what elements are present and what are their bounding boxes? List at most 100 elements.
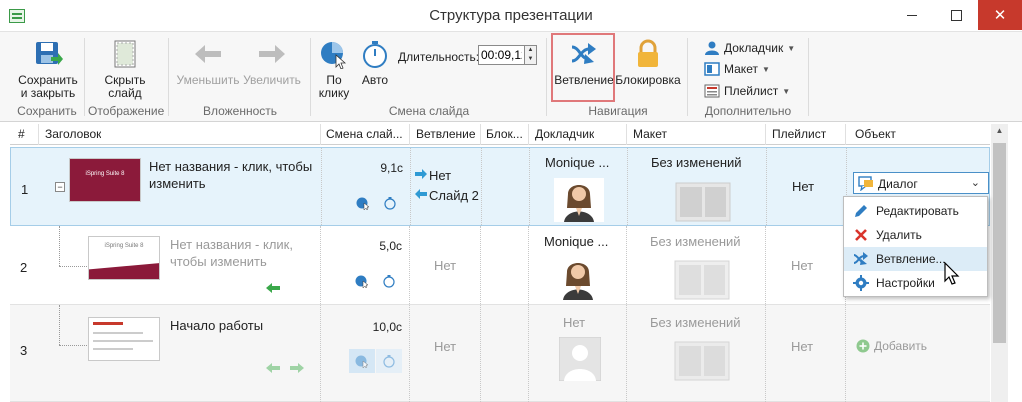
slide-thumbnail[interactable]: iSpring Suite 8 (88, 236, 160, 280)
mouse-cursor-icon (944, 262, 960, 285)
arrow-left-icon[interactable] (266, 283, 280, 293)
duration-input[interactable] (478, 45, 525, 65)
chevron-down-icon: ⌄ (970, 177, 980, 189)
vertical-scrollbar[interactable]: ▲ (991, 124, 1008, 402)
playlist-value: Нет (791, 258, 814, 273)
object-dropdown[interactable]: Диалог ⌄ (853, 172, 989, 194)
col-branch[interactable]: Ветвление (416, 127, 476, 141)
click-timer-icon[interactable] (355, 354, 369, 368)
arrow-left-icon (192, 38, 224, 70)
pencil-icon (855, 205, 867, 217)
menu-item-branching[interactable]: Ветвление... (844, 247, 987, 271)
group-save-label: Сохранить (17, 104, 77, 118)
save-close-label: Сохранить и закрыть (18, 73, 78, 100)
duration-label: Длительность: (398, 50, 480, 64)
col-lock[interactable]: Блок... (486, 127, 526, 141)
narrator-icon (705, 41, 719, 55)
stopwatch-icon[interactable] (382, 274, 396, 288)
layout-preview-icon[interactable] (674, 341, 730, 381)
playlist-button[interactable]: Плейлист ▼ (704, 84, 790, 98)
col-num[interactable]: # (18, 127, 25, 141)
playlist-value: Нет (791, 339, 814, 354)
lock-icon (632, 38, 664, 70)
narrator-avatar[interactable] (553, 256, 603, 300)
close-button[interactable]: ✕ (978, 0, 1022, 30)
col-narrator[interactable]: Докладчик (535, 127, 594, 141)
layout-value: Без изменений (650, 315, 741, 330)
slide-title[interactable]: Начало работы (170, 317, 310, 334)
col-playlist[interactable]: Плейлист (772, 127, 826, 141)
col-title[interactable]: Заголовок (45, 127, 101, 141)
narrator-label: Докладчик (724, 41, 784, 55)
row-number: 2 (20, 260, 28, 275)
col-object[interactable]: Объект (855, 127, 896, 141)
group-navigation-label: Навигация (588, 104, 648, 118)
stopwatch-icon[interactable] (383, 196, 397, 210)
layout-icon (704, 62, 720, 76)
separator (687, 38, 688, 116)
playlist-label: Плейлист (724, 84, 779, 98)
layout-preview-icon[interactable] (675, 182, 731, 222)
arrow-left-icon[interactable] (266, 363, 280, 373)
group-extra-label: Дополнительно (704, 104, 792, 118)
table-row[interactable]: 3 Начало работы 10,0с Нет Нет Без измене… (10, 305, 990, 402)
title-bar: Структура презентации ✕ (0, 0, 1022, 32)
gear-icon (853, 275, 869, 291)
slide-title[interactable]: Нет названия - клик, чтобы изменить (170, 236, 310, 270)
auto-button[interactable]: Авто (358, 38, 392, 87)
maximize-button[interactable] (934, 0, 978, 30)
menu-item-label: Ветвление... (876, 252, 946, 266)
slide-duration: 10,0с (372, 320, 402, 334)
stopwatch-icon[interactable] (382, 354, 396, 368)
slide-duration: 5,0с (379, 239, 402, 253)
scroll-up-icon[interactable]: ▲ (991, 126, 1008, 135)
layout-button[interactable]: Макет ▼ (704, 62, 770, 76)
decrease-label: Уменьшить (176, 73, 240, 87)
click-timer-icon[interactable] (356, 196, 370, 210)
narrator-avatar-placeholder[interactable] (559, 337, 601, 381)
hide-slide-button[interactable]: Скрыть слайд (97, 38, 153, 100)
auto-label: Авто (361, 73, 389, 87)
collapse-toggle[interactable]: − (55, 182, 65, 192)
add-object-button[interactable]: Добавить (856, 339, 927, 353)
click-timer-icon (318, 38, 350, 70)
menu-item-edit[interactable]: Редактировать (844, 199, 987, 223)
click-timer-icon[interactable] (355, 274, 369, 288)
row-number: 3 (20, 343, 28, 358)
menu-item-delete[interactable]: Удалить (844, 223, 987, 247)
on-click-button[interactable]: По клику (314, 38, 354, 100)
arrow-right-icon (415, 169, 427, 179)
separator (168, 38, 169, 116)
branching-icon (853, 252, 868, 265)
narrator-button[interactable]: Докладчик ▼ (704, 40, 795, 56)
slide-thumbnail[interactable]: iSpring Suite 8 (69, 158, 141, 202)
hide-slide-label: Скрыть слайд (104, 73, 146, 100)
delete-icon (855, 229, 867, 241)
arrow-right-icon[interactable] (290, 363, 304, 373)
slide-thumbnail[interactable] (88, 317, 160, 361)
scrollbar-thumb[interactable] (993, 143, 1006, 343)
duration-spinner[interactable]: ▲ ▼ (525, 45, 537, 65)
increase-button[interactable]: Увеличить (240, 38, 304, 87)
plus-icon (856, 339, 870, 353)
branch-value: Нет (434, 258, 457, 273)
menu-item-settings[interactable]: Настройки (844, 271, 987, 295)
lock-button[interactable]: Блокировка (615, 38, 681, 87)
minimize-button[interactable] (890, 0, 934, 30)
arrow-right-icon (256, 38, 288, 70)
menu-item-label: Настройки (876, 276, 935, 290)
save-close-button[interactable]: Сохранить и закрыть (16, 38, 80, 100)
narrator-name: Нет (563, 315, 586, 330)
decrease-button[interactable]: Уменьшить (176, 38, 240, 87)
layout-value: Без изменений (650, 234, 741, 249)
narrator-name: Monique ... (545, 155, 610, 170)
layout-preview-icon[interactable] (674, 260, 730, 300)
menu-item-label: Редактировать (876, 204, 959, 218)
on-click-label: По клику (318, 73, 350, 100)
group-nesting-label: Вложенность (202, 104, 278, 118)
col-change[interactable]: Смена слай... (326, 127, 406, 141)
slide-title[interactable]: Нет названия - клик, чтобы изменить (149, 158, 319, 192)
narrator-avatar[interactable] (554, 178, 604, 222)
narrator-name: Monique ... (544, 234, 609, 249)
col-layout[interactable]: Макет (633, 127, 667, 141)
